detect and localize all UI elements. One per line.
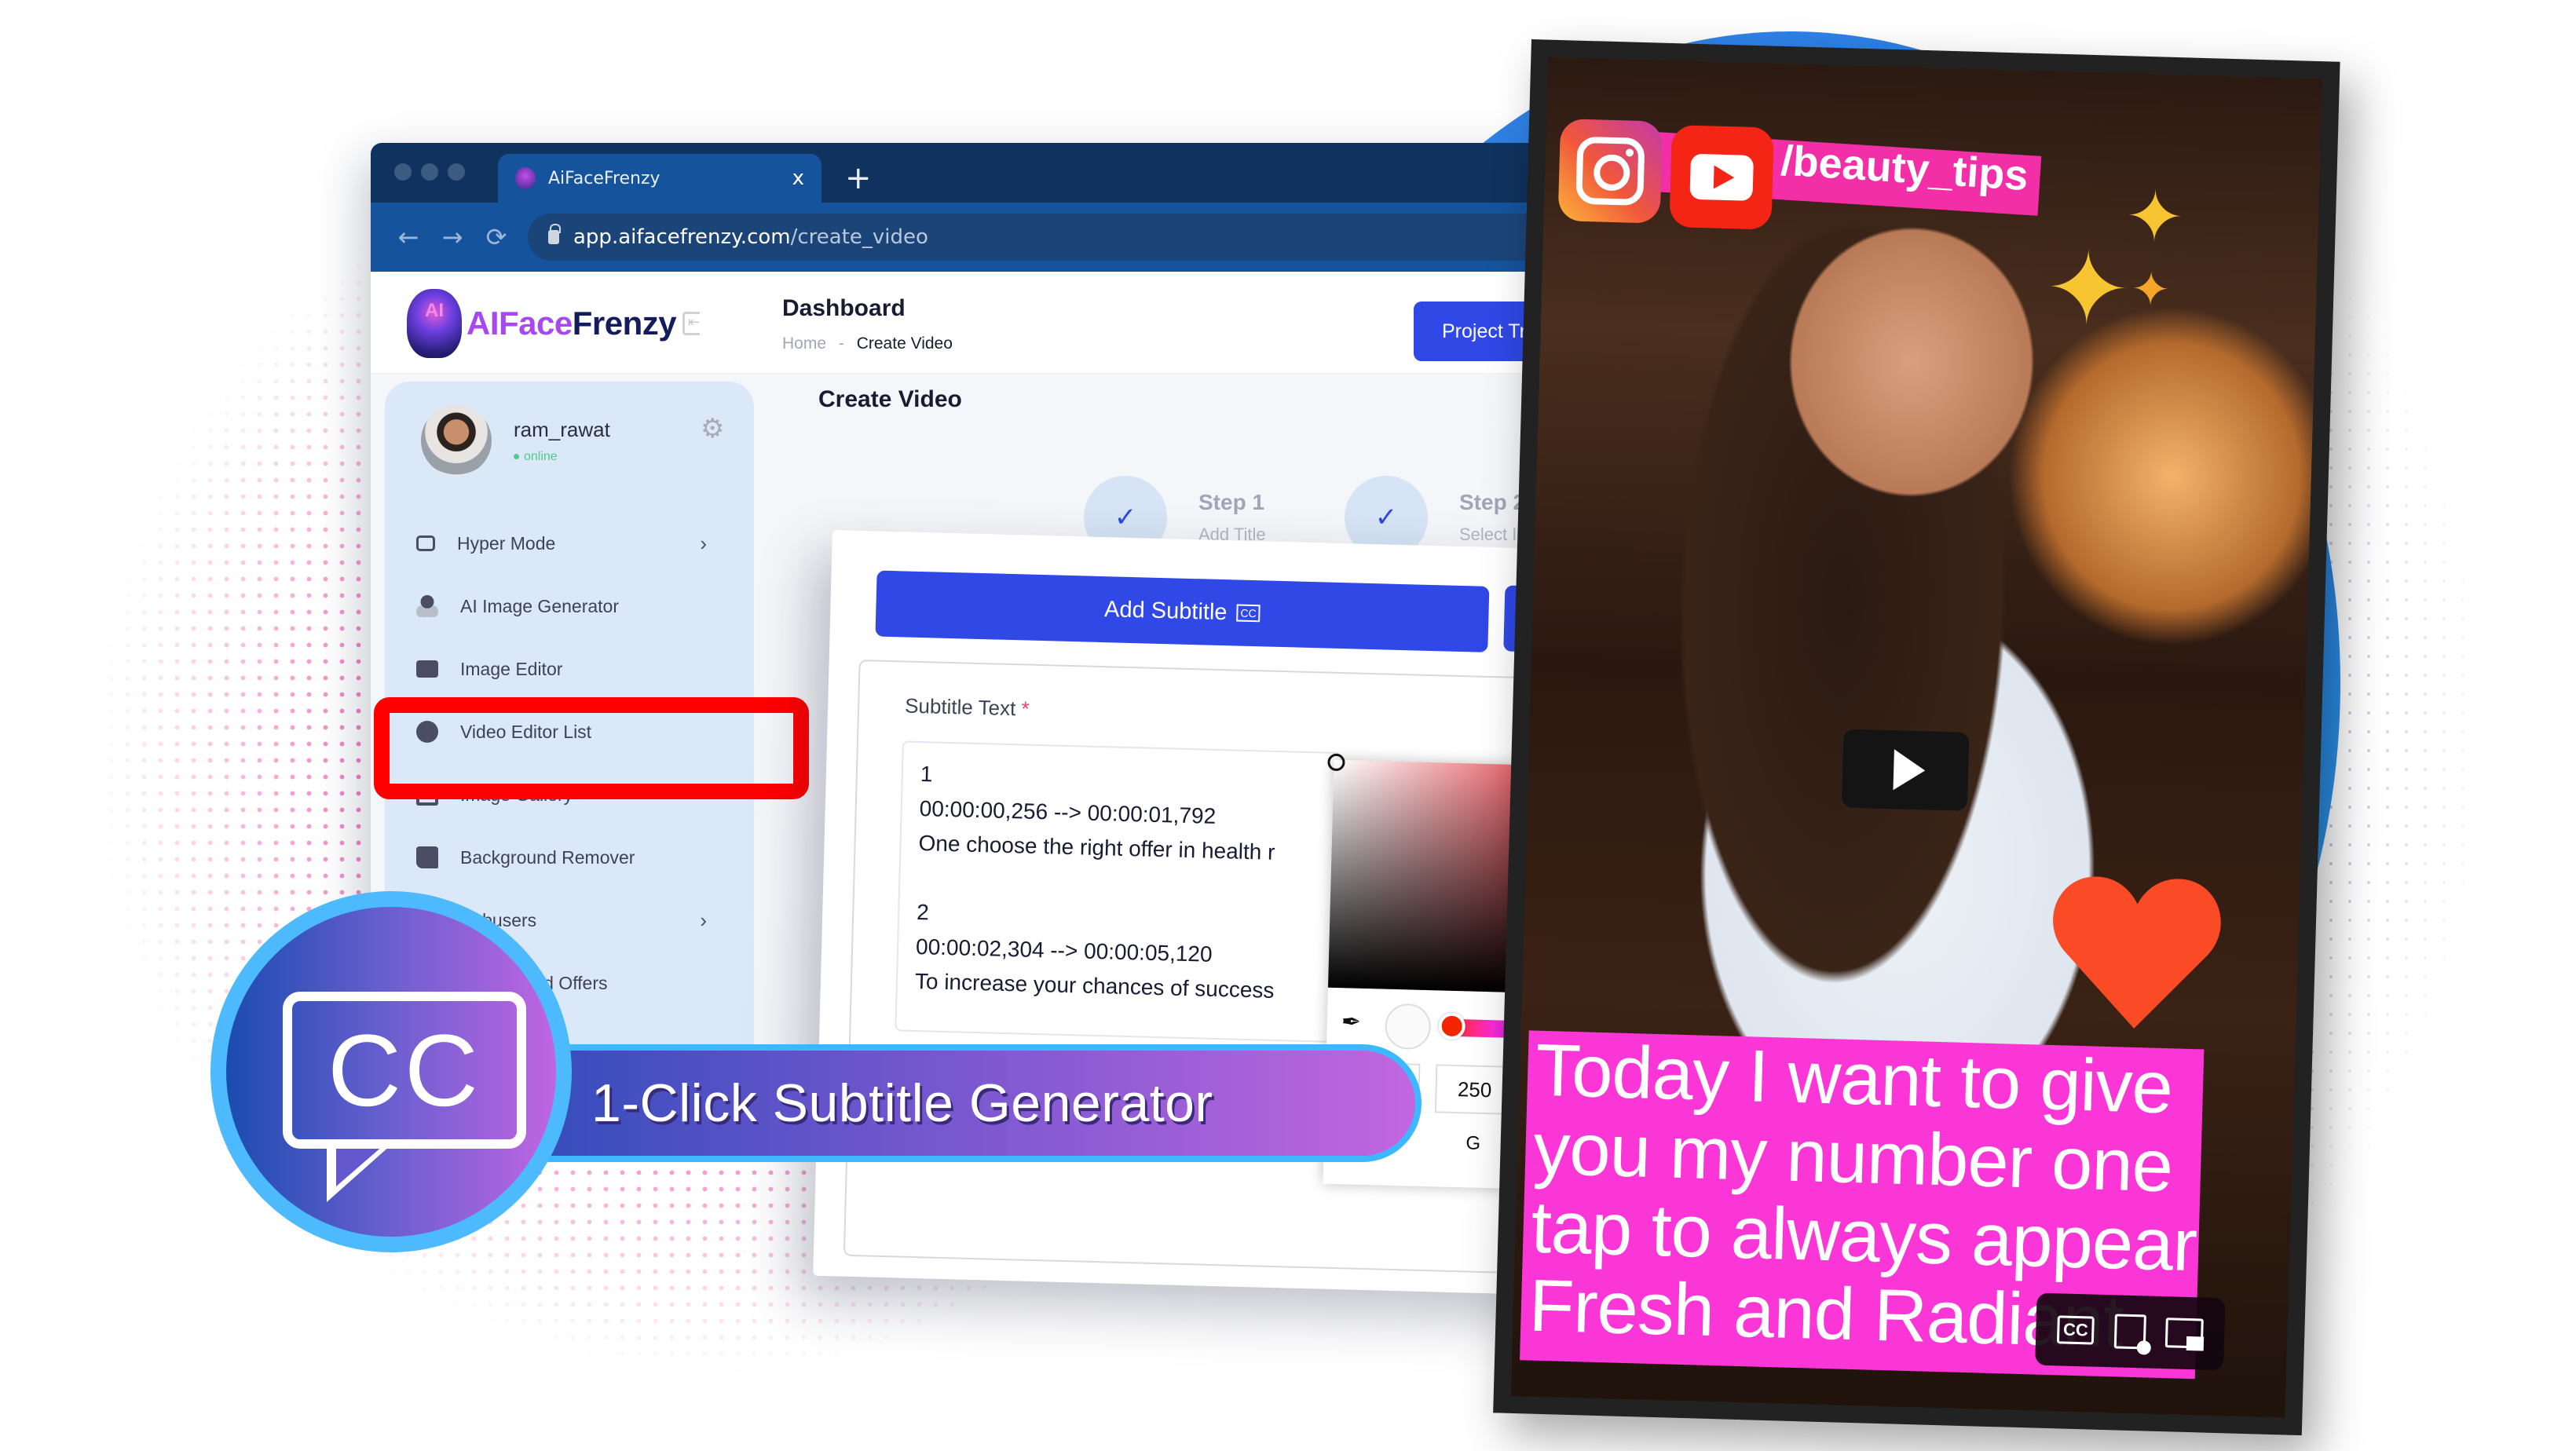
subtitle-panel: Add Subtitle CC Subtitle Text * 1 00:00:… xyxy=(813,530,1586,1296)
logo-head-icon: AI xyxy=(407,289,462,358)
background-remover-icon xyxy=(416,846,438,868)
breadcrumb-separator: - xyxy=(838,334,844,353)
required-mark: * xyxy=(1021,696,1030,721)
subtitle-entry: 3 xyxy=(913,1033,1315,1043)
browser-tab-active[interactable]: AiFaceFrenzy x xyxy=(498,154,821,203)
avatar xyxy=(421,405,492,476)
sparkle-icon: ✦ xyxy=(2043,228,2132,350)
window-minimize-dot[interactable] xyxy=(421,163,438,181)
image-editor-icon xyxy=(416,660,438,678)
banner-text: 1-Click Subtitle Generator xyxy=(591,1073,1213,1133)
window-close-dot[interactable] xyxy=(394,163,412,181)
closed-captions-icon: CC xyxy=(283,992,526,1149)
forward-icon[interactable]: → xyxy=(430,222,474,252)
sidebar-item-background-remover[interactable]: Background Remover xyxy=(416,834,730,881)
highlight-box xyxy=(374,697,809,799)
add-subtitle-button[interactable]: Add Subtitle CC xyxy=(875,570,1490,652)
heart-icon xyxy=(2053,876,2221,1029)
url-input[interactable]: app.aifacefrenzy.com/create_video xyxy=(528,214,1564,261)
hyper-mode-icon xyxy=(416,535,435,551)
sidebar-item-label: Background Remover xyxy=(460,846,635,868)
brand-logo[interactable]: AI AIFaceFrenzy ⇤ xyxy=(407,289,701,358)
sidebar-item-hyper-mode[interactable]: Hyper Mode › xyxy=(416,520,730,567)
ai-image-generator-icon xyxy=(416,595,438,617)
step-title: Step 1 xyxy=(1198,490,1265,514)
window-maximize-dot[interactable] xyxy=(448,163,465,181)
reload-icon[interactable]: ⟳ xyxy=(474,222,518,252)
gear-icon[interactable]: ⚙ xyxy=(701,413,724,444)
feature-banner: 1-Click Subtitle Generator xyxy=(487,1044,1422,1162)
back-icon[interactable]: ← xyxy=(386,222,430,252)
video-player[interactable]: /beauty_tips ✦ ✦ ✦ Today I want to give … xyxy=(1510,57,2322,1418)
breadcrumb-home[interactable]: Home xyxy=(782,334,826,353)
page-title: Dashboard xyxy=(782,295,906,321)
captions-toggle-icon[interactable]: CC xyxy=(2056,1315,2095,1345)
cc-icon: CC xyxy=(1236,604,1261,623)
sidebar-item-ai-image-generator[interactable]: AI Image Generator xyxy=(416,583,730,630)
sidebar-item-label: Image Editor xyxy=(460,658,563,679)
sidebar-item-label: AI Image Generator xyxy=(460,595,619,616)
online-status: online xyxy=(514,450,610,464)
app-header: AI AIFaceFrenzy ⇤ Dashboard Home - Creat… xyxy=(371,272,1564,374)
player-controls: CC xyxy=(2035,1292,2226,1371)
subtitle-textarea[interactable]: 1 00:00:00,256 --> 00:00:01,792 One choo… xyxy=(895,740,1342,1043)
window-controls xyxy=(394,163,465,181)
eyedropper-icon[interactable]: ✒ xyxy=(1341,1008,1361,1036)
subtitle-entry: 2 00:00:02,304 --> 00:00:05,120 To incre… xyxy=(914,899,1275,1003)
url-domain: app.aifacefrenzy.com xyxy=(573,225,791,249)
breadcrumb-current: Create Video xyxy=(856,334,953,353)
sidebar-item-image-editor[interactable]: Image Editor xyxy=(416,645,730,693)
sidebar-collapse-icon[interactable]: ⇤ xyxy=(682,312,701,335)
address-bar: ← → ⟳ app.aifacefrenzy.com/create_video xyxy=(371,203,1564,272)
new-tab-button[interactable]: + xyxy=(845,159,872,198)
sparkle-icon: ✦ xyxy=(2130,261,2172,318)
chevron-right-icon: › xyxy=(700,908,707,932)
section-title: Create Video xyxy=(818,386,962,412)
url-path: /create_video xyxy=(790,225,928,249)
favicon-icon xyxy=(515,167,536,189)
transcript-search-icon[interactable] xyxy=(2113,1314,2146,1350)
breadcrumb: Home - Create Video xyxy=(782,334,953,353)
play-button[interactable] xyxy=(1841,729,1970,811)
cc-badge: CC xyxy=(210,891,572,1252)
video-preview-frame: /beauty_tips ✦ ✦ ✦ Today I want to give … xyxy=(1493,39,2340,1436)
subtitle-entry: 1 00:00:00,256 --> 00:00:01,792 One choo… xyxy=(918,762,1275,864)
username: ram_rawat xyxy=(514,417,610,441)
tab-bar: AiFaceFrenzy x + xyxy=(371,143,1564,203)
tab-close-icon[interactable]: x xyxy=(792,166,804,190)
brand-name: AIFaceFrenzy xyxy=(467,305,677,342)
tab-title: AiFaceFrenzy xyxy=(548,168,660,188)
chevron-right-icon: › xyxy=(700,531,707,555)
lock-icon xyxy=(548,224,561,244)
color-swatch xyxy=(1384,1003,1432,1051)
youtube-icon xyxy=(1669,125,1774,230)
sidebar-item-label: Hyper Mode xyxy=(457,532,556,554)
subtitle-form: Subtitle Text * 1 00:00:00,256 --> 00:00… xyxy=(843,659,1586,1275)
sparkle-icon: ✦ xyxy=(2124,175,2186,260)
color-picker-cursor[interactable] xyxy=(1327,753,1345,772)
user-profile[interactable]: ram_rawat online xyxy=(421,405,610,476)
instagram-icon xyxy=(1557,119,1663,224)
subtitle-text-label: Subtitle Text * xyxy=(904,693,1030,721)
picture-in-picture-icon[interactable] xyxy=(2165,1318,2205,1349)
add-subtitle-label: Add Subtitle xyxy=(1103,596,1228,625)
